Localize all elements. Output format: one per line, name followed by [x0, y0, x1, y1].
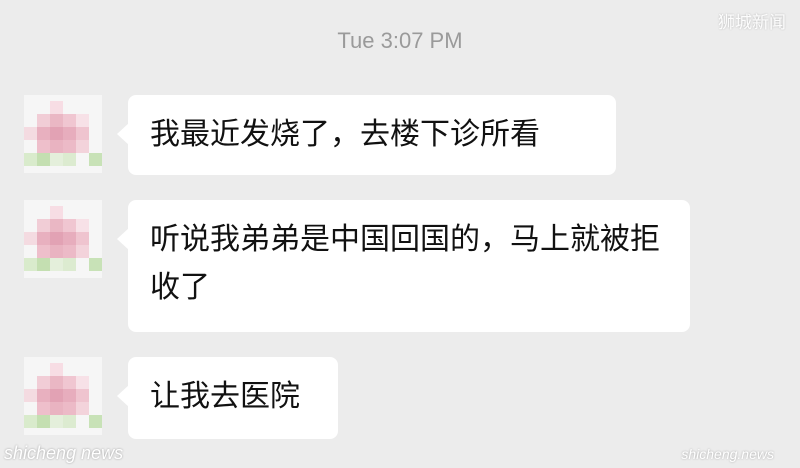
avatar[interactable]	[24, 200, 102, 278]
avatar[interactable]	[24, 357, 102, 435]
message-bubble[interactable]: 让我去医院	[117, 357, 338, 439]
message-bubble[interactable]: 听说我弟弟是中国回国的，马上就被拒收了	[117, 200, 690, 332]
message-bubble[interactable]: 我最近发烧了，去楼下诊所看	[117, 95, 616, 175]
message-text: 听说我弟弟是中国回国的，马上就被拒收了	[150, 222, 660, 305]
pixelated-avatar-icon	[24, 200, 102, 278]
pixelated-avatar-icon	[24, 95, 102, 173]
message-timestamp: Tue 3:07 PM	[337, 28, 463, 53]
watermark-bottom-left: shicheng news	[4, 443, 124, 463]
message-text: 让我去医院	[150, 379, 300, 414]
message-text: 我最近发烧了，去楼下诊所看	[150, 117, 540, 152]
pixelated-avatar-icon	[24, 357, 102, 435]
watermark-bottom-right: shicheng.news	[681, 446, 774, 462]
avatar[interactable]	[24, 95, 102, 173]
watermark-top-right: 狮城新闻	[718, 13, 786, 33]
